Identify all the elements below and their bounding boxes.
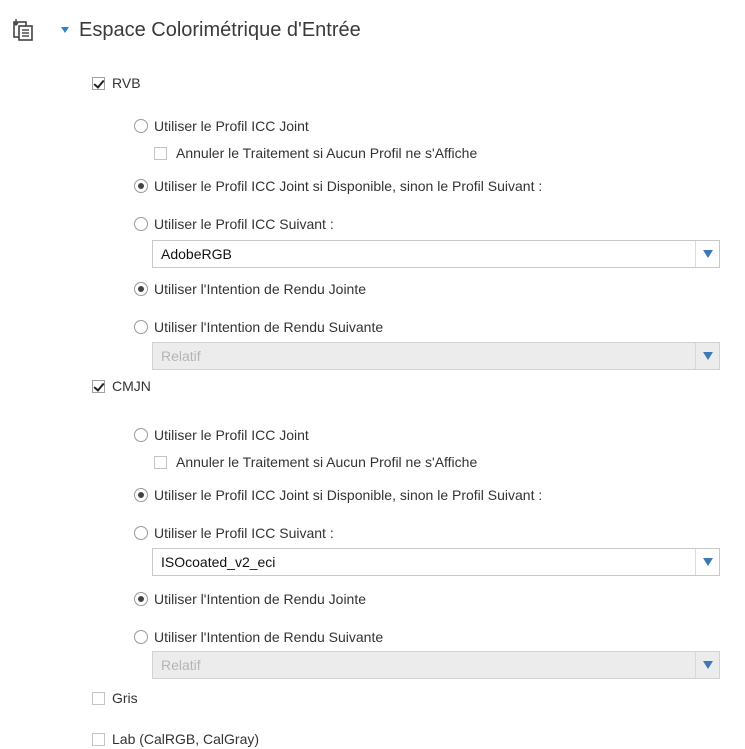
section-collapse-toggle[interactable] [61,27,69,33]
chevron-down-icon [695,652,719,678]
dropdown-value: Relatif [161,657,201,673]
radio-label: Utiliser le Profil ICC Joint si Disponib… [154,487,543,503]
lab-checkbox-box[interactable] [92,732,105,746]
cmjn-cancel-if-no-profile-checkbox[interactable]: Annuler le Traitement si Aucun Profil ne… [154,452,477,472]
radio-button[interactable] [134,428,148,442]
lab-checkbox[interactable]: Lab (CalRGB, CalGray) [92,729,259,749]
radio-button[interactable] [134,179,148,193]
radio-label: Utiliser le Profil ICC Joint si Disponib… [154,178,543,194]
rvb-intent-dropdown: Relatif [152,342,720,370]
radio-label: Utiliser le Profil ICC Joint [154,118,309,134]
radio-button[interactable] [134,119,148,133]
section-title: Espace Colorimétrique d'Entrée [79,19,361,41]
radio-label: Utiliser l'Intention de Rendu Jointe [154,281,367,297]
cmjn-checkbox[interactable]: CMJN [92,376,151,396]
rvb-radio-use-embedded-else[interactable]: Utiliser le Profil ICC Joint si Disponib… [134,176,542,196]
checkbox-label: Annuler le Traitement si Aucun Profil ne… [176,145,478,161]
gris-checkbox[interactable]: Gris [92,688,138,708]
checkbox-box[interactable] [154,455,167,469]
gris-checkbox-box[interactable] [92,691,105,705]
rvb-profile-dropdown[interactable]: AdobeRGB [152,240,720,268]
cmjn-checkbox-box[interactable] [92,379,105,393]
cmjn-checkbox-label: CMJN [112,378,151,394]
checkbox-label: Annuler le Traitement si Aucun Profil ne… [176,454,478,470]
dropdown-value: ISOcoated_v2_eci [161,554,276,570]
chevron-down-icon[interactable] [695,241,719,267]
cmjn-radio-use-embedded[interactable]: Utiliser le Profil ICC Joint [134,425,309,445]
dropdown-value: AdobeRGB [161,246,232,262]
cmjn-profile-dropdown[interactable]: ISOcoated_v2_eci [152,548,720,576]
radio-button[interactable] [134,282,148,296]
chevron-down-icon [695,343,719,369]
rvb-cancel-if-no-profile-checkbox[interactable]: Annuler le Traitement si Aucun Profil ne… [154,143,477,163]
rvb-checkbox-label: RVB [112,75,141,91]
rvb-radio-use-embedded[interactable]: Utiliser le Profil ICC Joint [134,116,309,136]
rvb-radio-use-following-intent[interactable]: Utiliser l'Intention de Rendu Suivante [134,317,383,337]
radio-label: Utiliser le Profil ICC Suivant : [154,525,334,541]
radio-button[interactable] [134,630,148,644]
radio-label: Utiliser l'Intention de Rendu Jointe [154,591,367,607]
lab-checkbox-label: Lab (CalRGB, CalGray) [112,731,260,747]
radio-button[interactable] [134,217,148,231]
radio-label: Utiliser le Profil ICC Suivant : [154,216,334,232]
rvb-checkbox-box[interactable] [92,76,105,90]
radio-button[interactable] [134,526,148,540]
dropdown-value: Relatif [161,348,201,364]
rvb-checkbox[interactable]: RVB [92,73,141,93]
cmjn-radio-use-embedded-intent[interactable]: Utiliser l'Intention de Rendu Jointe [134,589,366,609]
rvb-radio-use-following-profile[interactable]: Utiliser le Profil ICC Suivant : [134,214,334,234]
cmjn-radio-use-embedded-else[interactable]: Utiliser le Profil ICC Joint si Disponib… [134,485,542,505]
radio-button[interactable] [134,320,148,334]
gris-checkbox-label: Gris [112,690,138,706]
checkbox-box[interactable] [154,146,167,160]
radio-label: Utiliser le Profil ICC Joint [154,427,309,443]
chevron-down-icon[interactable] [695,549,719,575]
cmjn-radio-use-following-profile[interactable]: Utiliser le Profil ICC Suivant : [134,523,334,543]
radio-label: Utiliser l'Intention de Rendu Suivante [154,629,384,645]
cmjn-intent-dropdown: Relatif [152,651,720,679]
radio-button[interactable] [134,488,148,502]
rvb-radio-use-embedded-intent[interactable]: Utiliser l'Intention de Rendu Jointe [134,279,366,299]
import-document-icon [13,19,35,41]
cmjn-radio-use-following-intent[interactable]: Utiliser l'Intention de Rendu Suivante [134,627,383,647]
radio-label: Utiliser l'Intention de Rendu Suivante [154,319,384,335]
radio-button[interactable] [134,592,148,606]
